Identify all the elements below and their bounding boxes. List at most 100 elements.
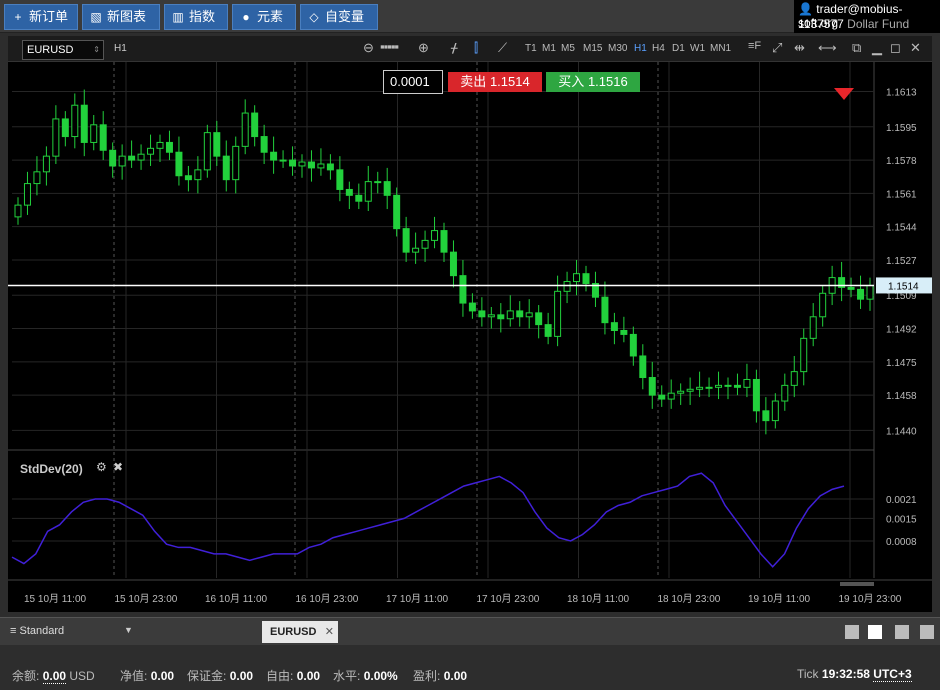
order-marker-icon	[834, 88, 854, 100]
candle	[516, 301, 524, 327]
candle	[128, 140, 136, 168]
candle	[620, 316, 628, 343]
chart-panel[interactable]: 1.1613 1.1595 1.1578 1.1561 1.1544 1.1527 1.15…	[8, 62, 932, 612]
timeframe-mn1[interactable]: MN1	[710, 43, 731, 54]
timeframe-label: H1	[114, 43, 127, 54]
account-info[interactable]: 👤 trader@mobius-soft.org 1137577 Dollar …	[794, 0, 940, 33]
candle	[213, 120, 221, 166]
chevron-down-icon[interactable]: ▼	[124, 625, 133, 635]
workspace-select[interactable]: ≡ Standard	[10, 625, 64, 637]
y-tick-label: 1.1440	[886, 426, 917, 437]
candle	[563, 271, 571, 304]
y-tick-label: 1.1458	[886, 391, 917, 402]
chart-window: EURUSD ⇕ H1 ⊖ ▪▪▪▪▪ ⊕ ᚋ ⫿ ⟋ T1 M1 M5 M15 M30 H…	[8, 36, 932, 612]
candle	[554, 275, 562, 347]
timeframe-d1[interactable]: D1	[672, 43, 685, 54]
candle	[696, 371, 704, 398]
candle	[800, 328, 808, 386]
timeframe-m1[interactable]: M1	[542, 43, 556, 54]
candle	[629, 326, 637, 366]
close-icon[interactable]: ✕	[910, 40, 921, 56]
chart-canvas[interactable]: 1.1613 1.1595 1.1578 1.1561 1.1544 1.1527 1.15…	[8, 62, 932, 612]
buy-button[interactable]: 买入 1.1516	[546, 72, 640, 92]
scroll-icon[interactable]: ⟷	[818, 40, 837, 56]
timeframe-h1[interactable]: H1	[634, 43, 647, 54]
stddev-line	[11, 472, 845, 568]
minimize-icon[interactable]: ▁	[872, 40, 882, 56]
layout-single-icon[interactable]	[845, 625, 859, 639]
zoom-slider[interactable]: ▪▪▪▪▪	[380, 39, 399, 54]
fit-icon[interactable]: ⤢	[772, 40, 782, 56]
zoom-out-icon[interactable]: ⊖	[363, 40, 374, 56]
symbol-select[interactable]: EURUSD ⇕	[22, 40, 104, 60]
timeframe-m5[interactable]: M5	[561, 43, 575, 54]
candle	[326, 154, 334, 180]
detach-icon[interactable]: ⧉	[852, 40, 861, 56]
close-indicator-icon[interactable]: ✖	[113, 460, 123, 474]
tick-chart-icon[interactable]: ᚋ	[451, 40, 457, 56]
timeframe-w1[interactable]: W1	[690, 43, 705, 54]
timezone-select[interactable]: UTC+3	[873, 667, 912, 682]
candle	[99, 111, 107, 161]
candle-chart-icon[interactable]: ⫿	[474, 40, 478, 56]
candle	[270, 136, 278, 174]
maximize-icon[interactable]: ◻	[890, 40, 901, 56]
candle	[260, 124, 268, 164]
account-fund: Dollar Fund	[847, 17, 910, 31]
x-tick-label: 19 10月 23:00	[839, 593, 902, 605]
updown-icon: ⇕	[93, 45, 100, 54]
new-chart-button[interactable]: ▧ 新图表	[82, 4, 160, 30]
candle	[771, 393, 779, 429]
tab-bar: ≡ Standard ▼ EURUSD ✕	[0, 617, 940, 645]
candle	[374, 171, 382, 194]
candle	[393, 187, 401, 237]
depth-icon[interactable]: ⇹	[794, 40, 805, 56]
indicator-f-icon[interactable]: ≡F	[748, 40, 761, 52]
candle	[535, 305, 543, 339]
y-tick-label: 1.1613	[886, 88, 917, 99]
indicators-button[interactable]: ▥ 指数	[164, 4, 228, 30]
candle	[686, 377, 694, 405]
margin-level: 水平: 0.00%	[333, 669, 398, 683]
candle	[222, 140, 230, 192]
diamond-icon: ◇	[309, 10, 319, 24]
candle	[336, 156, 344, 202]
plus-icon: +	[14, 10, 22, 24]
candle	[109, 142, 117, 178]
timeframe-t1[interactable]: T1	[525, 43, 537, 54]
candle	[610, 312, 618, 345]
margin: 保证金: 0.00	[187, 669, 254, 683]
sell-button[interactable]: 卖出 1.1514	[448, 72, 542, 92]
timeframe-m15[interactable]: M15	[583, 43, 602, 54]
line-chart-icon[interactable]: ⟋	[498, 40, 507, 56]
candle	[857, 275, 865, 309]
timeframe-h4[interactable]: H4	[652, 43, 665, 54]
candle	[544, 312, 552, 345]
layout-rows-icon[interactable]	[920, 625, 934, 639]
elements-button[interactable]: ● 元素	[232, 4, 296, 30]
zoom-in-icon[interactable]: ⊕	[418, 40, 429, 56]
candle	[23, 171, 31, 215]
tab-eurusd[interactable]: EURUSD ✕	[262, 621, 338, 643]
candle	[383, 167, 391, 210]
candle	[251, 105, 259, 147]
gear-icon[interactable]: ⚙	[96, 460, 107, 474]
chart-scrollbar	[840, 582, 874, 586]
candle	[241, 99, 249, 155]
balance-value[interactable]: 0.00	[42, 669, 67, 684]
new-order-button[interactable]: + 新订单	[4, 4, 78, 30]
candle	[639, 344, 647, 390]
candle	[724, 377, 732, 400]
timeframe-m30[interactable]: M30	[608, 43, 627, 54]
candle	[601, 281, 609, 335]
chart-icon: ▧	[90, 10, 102, 24]
shapes-icon: ●	[242, 10, 250, 24]
volume-input[interactable]: 0.0001	[383, 70, 443, 94]
layout-grid-icon[interactable]	[868, 625, 882, 639]
layout-columns-icon[interactable]	[895, 625, 909, 639]
close-tab-icon[interactable]: ✕	[325, 621, 334, 643]
candle	[506, 295, 514, 327]
candle	[184, 165, 192, 192]
candle	[90, 115, 98, 151]
variables-button[interactable]: ◇ 自变量	[300, 4, 378, 30]
